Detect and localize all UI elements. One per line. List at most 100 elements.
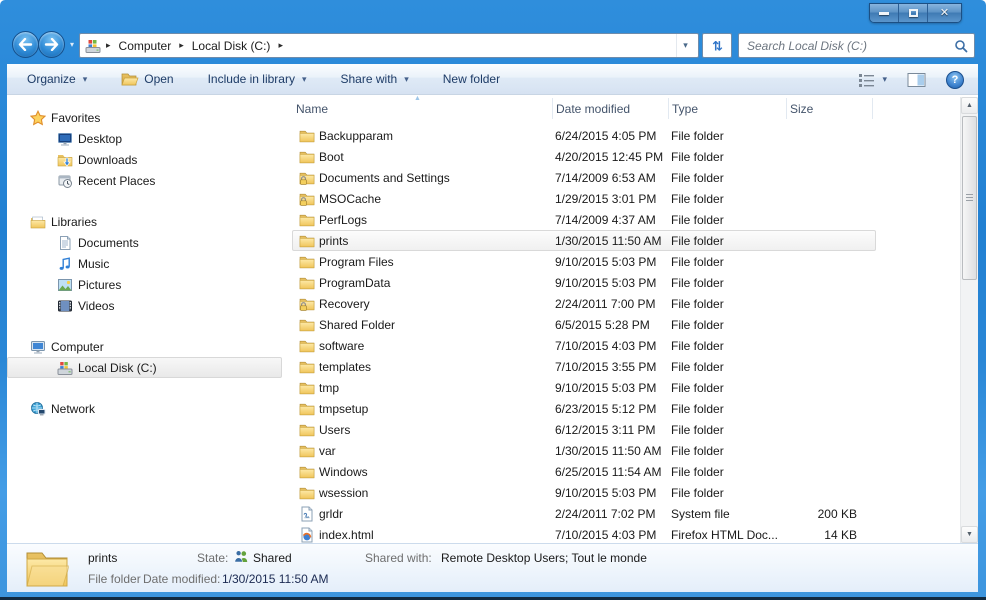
- search-input[interactable]: [745, 38, 954, 54]
- file-row-software[interactable]: software 7/10/2015 4:03 PM File folder: [292, 335, 876, 356]
- refresh-button[interactable]: ⇄: [702, 33, 732, 58]
- sidebar-section-favorites[interactable]: Favorites: [7, 107, 282, 128]
- folder-icon: [293, 233, 315, 249]
- sidebar-section-network[interactable]: Network: [7, 398, 282, 419]
- address-bar[interactable]: ▸ Computer ▸ Local Disk (C:) ▸ ▾: [79, 33, 699, 58]
- file-row-perflogs[interactable]: PerfLogs 7/14/2009 4:37 AM File folder: [292, 209, 876, 230]
- sidebar-item-music[interactable]: Music: [7, 253, 282, 274]
- file-row-recovery[interactable]: Recovery 2/24/2011 7:00 PM File folder: [292, 293, 876, 314]
- column-divider[interactable]: [668, 98, 669, 119]
- sidebar-item-recent-places[interactable]: Recent Places: [7, 170, 282, 191]
- scroll-down-button[interactable]: ▼: [961, 526, 978, 543]
- file-rows: Backupparam 6/24/2015 4:05 PM File folde…: [290, 122, 960, 543]
- back-button[interactable]: [12, 31, 39, 58]
- address-dropdown-caret-icon[interactable]: ▾: [676, 34, 694, 57]
- file-row-templates[interactable]: templates 7/10/2015 3:55 PM File folder: [292, 356, 876, 377]
- preview-pane-icon: [907, 72, 926, 88]
- include-in-library-button[interactable]: Include in library ▾: [208, 72, 307, 86]
- vertical-scrollbar[interactable]: ▲ ▼: [960, 97, 978, 543]
- organize-button[interactable]: Organize ▾: [27, 72, 87, 86]
- file-row-tmp[interactable]: tmp 9/10/2015 5:03 PM File folder: [292, 377, 876, 398]
- file-row-boot[interactable]: Boot 4/20/2015 12:45 PM File folder: [292, 146, 876, 167]
- window-body: Organize ▾ Open Include in library ▾ Sha…: [7, 64, 978, 592]
- toolbar-right-controls: ▾ ?: [858, 64, 964, 95]
- forward-arrow-icon: [44, 38, 59, 51]
- navigation-band: ▾ ▸ Computer ▸ Local Disk (C:) ▸ ▾: [7, 28, 978, 64]
- file-row-windows[interactable]: Windows 6/25/2015 11:54 AM File folder: [292, 461, 876, 482]
- preview-pane-button[interactable]: [907, 72, 926, 88]
- open-button[interactable]: Open: [121, 72, 173, 87]
- column-header-name[interactable]: Name: [296, 102, 328, 116]
- change-view-button[interactable]: ▾: [858, 73, 887, 87]
- minimize-button[interactable]: [870, 4, 899, 22]
- back-arrow-icon: [18, 38, 33, 51]
- folder-icon: [293, 317, 315, 333]
- details-shared-with-value: Remote Desktop Users; Tout le monde: [441, 551, 647, 565]
- file-row-var[interactable]: var 1/30/2015 11:50 AM File folder: [292, 440, 876, 461]
- sidebar-item-downloads[interactable]: Downloads: [7, 149, 282, 170]
- file-row-wsession[interactable]: wsession 9/10/2015 5:03 PM File folder: [292, 482, 876, 503]
- breadcrumb-arrow-icon: ▸: [278, 40, 283, 51]
- column-header-size[interactable]: Size: [790, 102, 813, 116]
- column-divider[interactable]: [872, 98, 873, 119]
- history-caret-icon[interactable]: ▾: [70, 40, 74, 49]
- new-folder-button[interactable]: New folder: [443, 72, 500, 86]
- sidebar-item-local-disk-c[interactable]: Local Disk (C:): [7, 357, 282, 378]
- file-row-documents-and-settings[interactable]: Documents and Settings 7/14/2009 6:53 AM…: [292, 167, 876, 188]
- sidebar-section: Computer Local Disk (C:): [7, 336, 290, 378]
- sidebar-item-documents[interactable]: Documents: [7, 232, 282, 253]
- file-row-programdata[interactable]: ProgramData 9/10/2015 5:03 PM File folde…: [292, 272, 876, 293]
- close-button[interactable]: ✕: [928, 4, 961, 22]
- file-row-msocache[interactable]: MSOCache 1/29/2015 3:01 PM File folder: [292, 188, 876, 209]
- views-list-icon: [858, 73, 876, 87]
- file-row-grldr[interactable]: grldr 2/24/2011 7:02 PM System file 200 …: [292, 503, 876, 524]
- folder-lock-icon: [293, 296, 315, 312]
- share-with-label: Share with: [341, 72, 398, 86]
- column-header-date-modified[interactable]: Date modified: [556, 102, 630, 116]
- html-file-icon: [293, 527, 315, 543]
- column-divider[interactable]: [786, 98, 787, 119]
- file-row-prints[interactable]: prints 1/30/2015 11:50 AM File folder: [292, 230, 876, 251]
- close-icon: ✕: [940, 8, 949, 19]
- sidebar-item-desktop[interactable]: Desktop: [7, 128, 282, 149]
- scrollbar-grip-icon: [966, 194, 973, 201]
- breadcrumb-local-disk-c[interactable]: Local Disk (C:): [186, 39, 277, 53]
- disk-icon: [56, 360, 73, 376]
- file-row-program-files[interactable]: Program Files 9/10/2015 5:03 PM File fol…: [292, 251, 876, 272]
- sidebar-item-videos[interactable]: Videos: [7, 295, 282, 316]
- scroll-up-button[interactable]: ▲: [961, 97, 978, 114]
- open-label: Open: [144, 72, 173, 86]
- help-button[interactable]: ?: [946, 71, 964, 89]
- downloads-icon: [56, 152, 73, 168]
- sidebar-section-libraries[interactable]: Libraries: [7, 211, 282, 232]
- folder-icon: [293, 422, 315, 438]
- breadcrumb-computer[interactable]: Computer: [113, 39, 178, 53]
- sidebar-item-pictures[interactable]: Pictures: [7, 274, 282, 295]
- dropdown-caret-icon: ▾: [302, 74, 307, 85]
- column-divider[interactable]: [552, 98, 553, 119]
- file-row-shared-folder[interactable]: Shared Folder 6/5/2015 5:28 PM File fold…: [292, 314, 876, 335]
- maximize-button[interactable]: [899, 4, 928, 22]
- file-row-index-html[interactable]: index.html 7/10/2015 4:03 PM Firefox HTM…: [292, 524, 876, 543]
- details-pane: prints State: Shared Shared with: Remote…: [7, 543, 978, 592]
- navigation-pane: Favorites Desktop Downloads Recent Place…: [7, 95, 290, 543]
- window-controls: ✕: [869, 3, 962, 23]
- libraries-icon: [29, 214, 46, 230]
- file-row-tmpsetup[interactable]: tmpsetup 6/23/2015 5:12 PM File folder: [292, 398, 876, 419]
- folder-icon: [293, 443, 315, 459]
- recent-icon: [56, 173, 73, 189]
- scrollbar-thumb[interactable]: [962, 116, 977, 280]
- file-row-backupparam[interactable]: Backupparam 6/24/2015 4:05 PM File folde…: [292, 125, 876, 146]
- search-icon[interactable]: [954, 39, 968, 53]
- breadcrumb: ▸ Computer ▸ Local Disk (C:) ▸: [106, 39, 676, 53]
- include-in-library-label: Include in library: [208, 72, 295, 86]
- column-header-type[interactable]: Type: [672, 102, 698, 116]
- column-headers: ▲ Name Date modified Type Size: [290, 95, 960, 122]
- share-with-button[interactable]: Share with ▾: [341, 72, 409, 86]
- refresh-icon: ⇄: [709, 40, 725, 51]
- file-row-users[interactable]: Users 6/12/2015 3:11 PM File folder: [292, 419, 876, 440]
- forward-button[interactable]: [38, 31, 65, 58]
- details-file-type: File folder: [88, 572, 141, 586]
- file-list: ▲ Name Date modified Type Size Backuppar…: [290, 95, 960, 543]
- sidebar-section-computer[interactable]: Computer: [7, 336, 282, 357]
